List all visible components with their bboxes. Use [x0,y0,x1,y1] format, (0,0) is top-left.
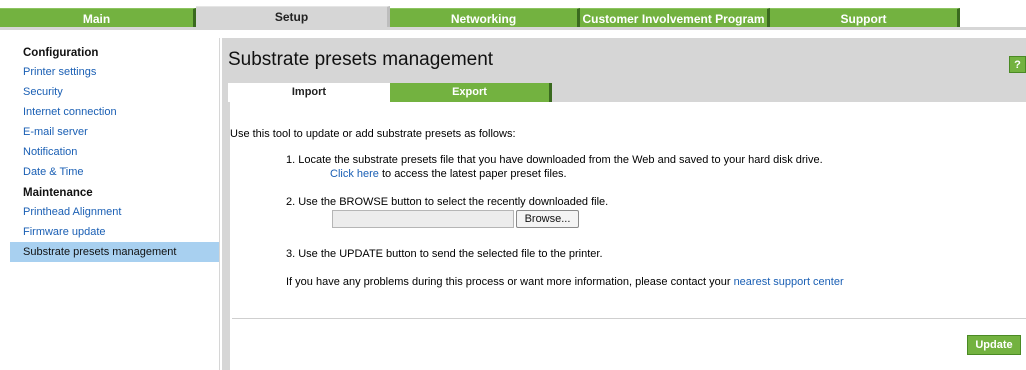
top-navigation: Main Setup Networking Customer Involveme… [0,0,1026,30]
support-text-line: If you have any problems during this pro… [286,276,844,288]
tab-underline [0,27,1026,30]
step-3-text: 3. Use the UPDATE button to send the sel… [286,248,603,260]
page-title: Substrate presets management [228,49,494,70]
click-here-link[interactable]: Click here [330,168,379,180]
step-1-text: 1. Locate the substrate presets file tha… [286,154,823,166]
support-text: If you have any problems during this pro… [286,276,734,288]
file-path-input[interactable] [332,210,514,228]
intro-text: Use this tool to update or add substrate… [230,128,516,140]
sidebar-item-internet-connection[interactable]: Internet connection [10,102,219,122]
nearest-support-center-link[interactable]: nearest support center [734,276,844,288]
divider [232,318,1026,319]
tab-import[interactable]: Import [228,83,390,102]
help-button[interactable]: ? [1009,56,1026,73]
sidebar-item-printer-settings[interactable]: Printer settings [10,62,219,82]
tab-main[interactable]: Main [0,8,196,28]
sidebar-heading-maintenance: Maintenance [23,187,93,199]
page-header: Substrate presets management ? Import Ex… [222,38,1026,102]
tab-support[interactable]: Support [770,8,960,28]
sidebar-item-security[interactable]: Security [10,82,219,102]
sidebar-item-firmware-update[interactable]: Firmware update [10,222,219,242]
tab-setup[interactable]: Setup [196,6,390,28]
step-1-link-suffix: to access the latest paper preset files. [378,168,567,180]
tab-export[interactable]: Export [390,83,552,102]
step-1-link-line: Click here to access the latest paper pr… [330,168,567,180]
tab-networking[interactable]: Networking [390,8,580,28]
tab-customer-involvement-program[interactable]: Customer Involvement Program [580,8,770,28]
browse-button[interactable]: Browse... [516,210,579,228]
update-button[interactable]: Update [967,335,1021,355]
sidebar-item-substrate-presets-management[interactable]: Substrate presets management [10,242,219,262]
sidebar-item-printhead-alignment[interactable]: Printhead Alignment [10,202,219,222]
sidebar-heading-configuration: Configuration [23,47,99,59]
sidebar-item-email-server[interactable]: E-mail server [10,122,219,142]
step-2-text: 2. Use the BROWSE button to select the r… [286,196,609,208]
import-panel: Use this tool to update or add substrate… [222,102,1026,370]
sidebar-item-notification[interactable]: Notification [10,142,219,162]
sidebar: Configuration Printer settings Security … [10,38,220,370]
sidebar-item-date-time[interactable]: Date & Time [10,162,219,182]
